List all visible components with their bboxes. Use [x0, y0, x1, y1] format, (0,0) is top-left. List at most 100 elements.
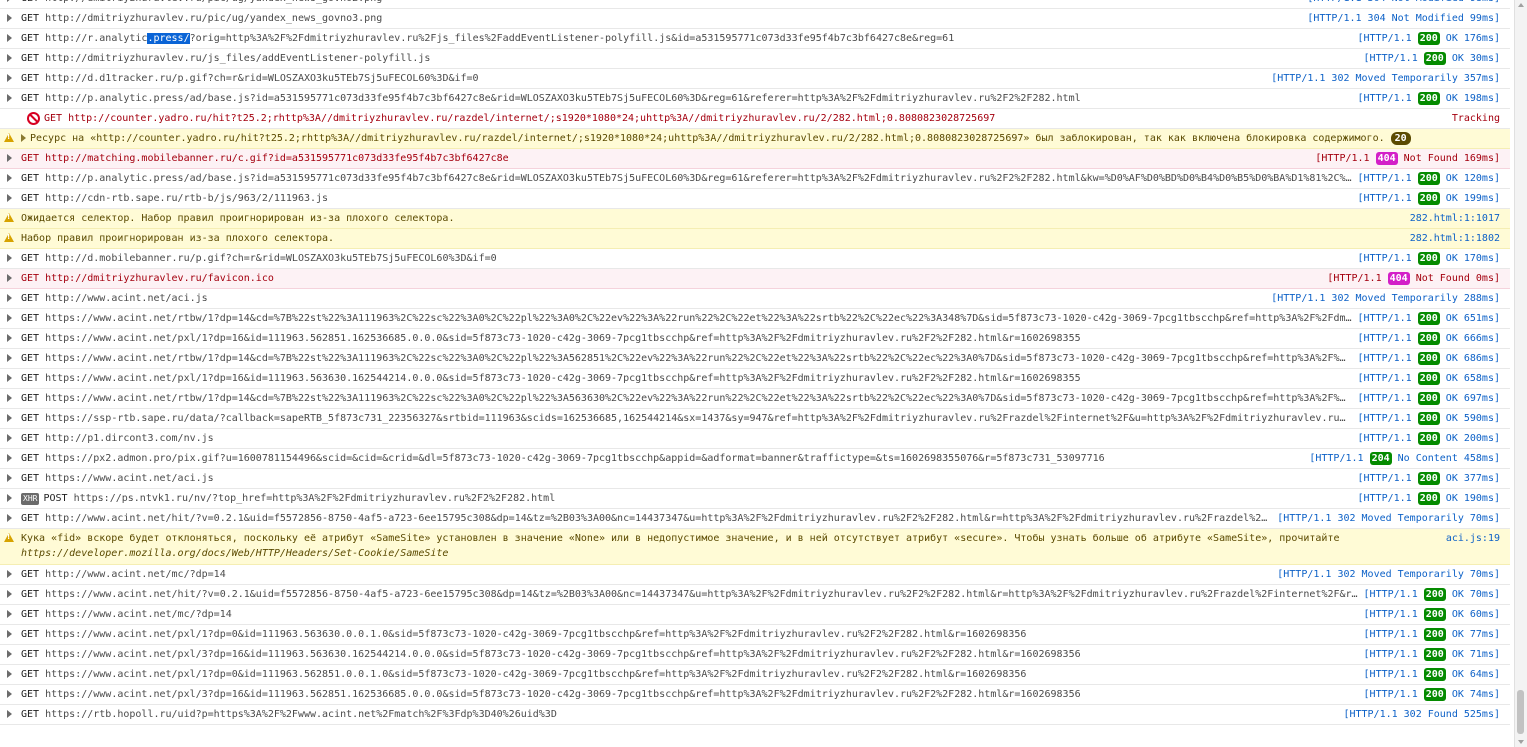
network-request-row[interactable]: GET https://www.acint.net/aci.js [HTTP/1.… [0, 469, 1510, 489]
expand-arrow-icon[interactable] [6, 314, 12, 322]
expand-arrow-icon[interactable] [6, 630, 12, 638]
request-url[interactable]: http://dmitriyzhuravlev.ru/pic/ug/yandex… [45, 0, 382, 4]
response-status[interactable]: [HTTP/1.1 200 OK 590ms] [1354, 409, 1500, 428]
network-request-row[interactable]: GET http://matching.mobilebanner.ru/c.gi… [0, 149, 1510, 169]
expand-arrow-icon[interactable] [6, 334, 12, 342]
response-status[interactable]: [HTTP/1.1 200 OK 30ms] [1360, 49, 1500, 68]
response-status[interactable]: [HTTP/1.1 200 OK 686ms] [1354, 349, 1500, 368]
network-request-row[interactable]: GET http://d.d1tracker.ru/p.gif?ch=r&rid… [0, 69, 1510, 89]
response-status[interactable]: [HTTP/1.1 404 Not Found 169ms] [1311, 149, 1500, 168]
source-link[interactable]: 282.html:1:1017 [1406, 209, 1500, 228]
expand-arrow-icon[interactable] [6, 0, 12, 2]
response-status[interactable]: [HTTP/1.1 200 OK 120ms] [1354, 169, 1500, 188]
response-status[interactable]: [HTTP/1.1 200 OK 198ms] [1354, 89, 1500, 108]
network-request-row[interactable]: GET http://dmitriyzhuravlev.ru/pic/ug/ya… [0, 0, 1510, 9]
network-request-row[interactable]: GET https://www.acint.net/pxl/1?dp=16&id… [0, 369, 1510, 389]
request-url[interactable]: https://www.acint.net/pxl/3?dp=16&id=111… [45, 689, 1081, 700]
response-status[interactable]: [HTTP/1.1 200 OK 666ms] [1354, 329, 1500, 348]
response-status[interactable]: [HTTP/1.1 302 Found 525ms] [1339, 705, 1500, 724]
expand-arrow-icon[interactable] [6, 710, 12, 718]
network-request-row[interactable]: GET http://p1.dircont3.com/nv.js [HTTP/1.… [0, 429, 1510, 449]
expand-arrow-icon[interactable] [6, 94, 12, 102]
request-url[interactable]: https://www.acint.net/mc/?dp=14 [45, 609, 232, 620]
request-url[interactable]: http://p.analytic.press/ad/base.js?id=a5… [45, 93, 1081, 104]
expand-arrow-icon[interactable] [6, 354, 12, 362]
request-url[interactable]: http://d.d1tracker.ru/p.gif?ch=r&rid=WLO… [45, 73, 478, 84]
network-request-row[interactable]: GET https://www.acint.net/mc/?dp=14 [HTTP… [0, 605, 1510, 625]
expand-arrow-icon[interactable] [6, 254, 12, 262]
network-request-row[interactable]: GET https://ssp-rtb.sape.ru/data/?callba… [0, 409, 1510, 429]
request-url[interactable]: http://matching.mobilebanner.ru/c.gif?id… [45, 153, 509, 164]
expand-arrow-icon[interactable] [6, 434, 12, 442]
network-request-row[interactable]: GET http://cdn-rtb.sape.ru/rtb-b/js/963/… [0, 189, 1510, 209]
network-request-row[interactable]: GET https://www.acint.net/pxl/1?dp=0&id=… [0, 625, 1510, 645]
expand-arrow-icon[interactable] [6, 670, 12, 678]
request-url[interactable]: https://www.acint.net/aci.js [45, 473, 214, 484]
expand-arrow-icon[interactable] [6, 274, 12, 282]
response-status[interactable]: [HTTP/1.1 200 OK 658ms] [1354, 369, 1500, 388]
response-status[interactable]: [HTTP/1.1 200 OK 170ms] [1354, 249, 1500, 268]
response-status[interactable]: [HTTP/1.1 200 OK 651ms] [1354, 309, 1500, 328]
response-status[interactable]: [HTTP/1.1 200 OK 697ms] [1354, 389, 1500, 408]
source-link[interactable]: 282.html:1:1802 [1406, 229, 1500, 248]
expand-arrow-icon[interactable] [6, 54, 12, 62]
expand-arrow-icon[interactable] [6, 690, 12, 698]
request-url[interactable]: https://px2.admon.pro/pix.gif?u=16007811… [45, 453, 1105, 464]
request-url[interactable]: http://r.analytic.press/?orig=http%3A%2F… [45, 33, 954, 44]
request-url[interactable]: http://www.acint.net/hit/?v=0.2.1&uid=f5… [45, 513, 1267, 524]
response-status[interactable]: [HTTP/1.1 200 OK 71ms] [1360, 645, 1500, 664]
request-url[interactable]: https://www.acint.net/pxl/1?dp=0&id=1119… [45, 629, 1026, 640]
expand-arrow-icon[interactable] [6, 414, 12, 422]
expand-arrow-icon[interactable] [6, 294, 12, 302]
network-request-row[interactable]: GET http://d.mobilebanner.ru/p.gif?ch=r&… [0, 249, 1510, 269]
network-request-row[interactable]: GET http://p.analytic.press/ad/base.js?i… [0, 169, 1510, 189]
scroll-down-arrow-icon[interactable] [1518, 740, 1524, 744]
network-request-row[interactable]: GET http://dmitriyzhuravlev.ru/pic/ug/ya… [0, 9, 1510, 29]
response-status[interactable]: [HTTP/1.1 200 OK 60ms] [1360, 605, 1500, 624]
scroll-up-arrow-icon[interactable] [1518, 3, 1524, 7]
expand-arrow-icon[interactable] [6, 454, 12, 462]
request-url[interactable]: http://p.analytic.press/ad/base.js?id=a5… [45, 173, 1351, 184]
network-request-row[interactable]: GET http://r.analytic.press/?orig=http%3… [0, 29, 1510, 49]
network-request-row[interactable]: GET http://dmitriyzhuravlev.ru/favicon.i… [0, 269, 1510, 289]
network-request-row[interactable]: GET http://www.acint.net/mc/?dp=14 [HTTP/… [0, 565, 1510, 585]
network-request-row[interactable]: GET http://p.analytic.press/ad/base.js?i… [0, 89, 1510, 109]
expand-arrow-icon[interactable] [6, 154, 12, 162]
scrollbar-thumb[interactable] [1517, 690, 1524, 734]
request-url[interactable]: http://dmitriyzhuravlev.ru/pic/ug/yandex… [45, 13, 382, 24]
request-url[interactable]: https://www.acint.net/rtbw/1?dp=14&cd=%7… [45, 393, 1345, 404]
expand-arrow-icon[interactable] [6, 514, 12, 522]
request-url[interactable]: https://www.acint.net/rtbw/1?dp=14&cd=%7… [45, 313, 1351, 324]
expand-arrow-icon[interactable] [6, 494, 12, 502]
network-request-row[interactable]: XHR POST https://ps.ntvk1.ru/nv/?top_href… [0, 489, 1510, 509]
console-warning-row[interactable]: https://developer.mozilla.org/docs/Web/H… [0, 529, 1510, 565]
response-status[interactable]: [HTTP/1.1 304 Not Modified 99ms] [1303, 9, 1500, 28]
response-status[interactable]: [HTTP/1.1 200 OK 64ms] [1360, 665, 1500, 684]
network-request-row[interactable]: GET https://www.acint.net/rtbw/1?dp=14&c… [0, 349, 1510, 369]
network-request-row[interactable]: GET https://www.acint.net/rtbw/1?dp=14&c… [0, 309, 1510, 329]
console-warning-row[interactable]: Набор правил проигнорирован из-за плохог… [0, 229, 1510, 249]
request-url[interactable]: https://www.acint.net/pxl/1?dp=16&id=111… [45, 373, 1081, 384]
expand-arrow-icon[interactable] [6, 570, 12, 578]
expand-arrow-icon[interactable] [6, 394, 12, 402]
network-request-row[interactable]: GET https://www.acint.net/pxl/3?dp=16&id… [0, 685, 1510, 705]
response-status[interactable]: [HTTP/1.1 302 Moved Temporarily 70ms] [1273, 509, 1500, 528]
response-status[interactable]: [HTTP/1.1 200 OK 77ms] [1360, 625, 1500, 644]
response-status[interactable]: [HTTP/1.1 302 Moved Temporarily 288ms] [1267, 289, 1500, 308]
response-status[interactable]: [HTTP/1.1 200 OK 176ms] [1354, 29, 1500, 48]
network-request-row[interactable]: GET https://px2.admon.pro/pix.gif?u=1600… [0, 449, 1510, 469]
console-warning-row[interactable]: Ожидается селектор. Набор правил проигно… [0, 209, 1510, 229]
response-status[interactable]: [HTTP/1.1 200 OK 190ms] [1354, 489, 1500, 508]
source-link[interactable]: aci.js:19 [1442, 529, 1500, 548]
expand-arrow-icon[interactable] [6, 194, 12, 202]
response-status[interactable]: [HTTP/1.1 200 OK 377ms] [1354, 469, 1500, 488]
network-request-row[interactable]: GET https://www.acint.net/rtbw/1?dp=14&c… [0, 389, 1510, 409]
response-status[interactable]: [HTTP/1.1 302 Moved Temporarily 357ms] [1267, 69, 1500, 88]
network-request-row[interactable]: GET http://dmitriyzhuravlev.ru/js_files/… [0, 49, 1510, 69]
response-status[interactable]: [HTTP/1.1 304 Not Modified 98ms] [1303, 0, 1500, 8]
network-request-row[interactable]: GET https://www.acint.net/pxl/1?dp=0&id=… [0, 665, 1510, 685]
expand-arrow-icon[interactable] [6, 474, 12, 482]
request-url[interactable]: https://www.acint.net/pxl/1?dp=16&id=111… [45, 333, 1081, 344]
response-status[interactable]: [HTTP/1.1 204 No Content 458ms] [1305, 449, 1500, 468]
request-url[interactable]: http://www.acint.net/mc/?dp=14 [45, 569, 226, 580]
